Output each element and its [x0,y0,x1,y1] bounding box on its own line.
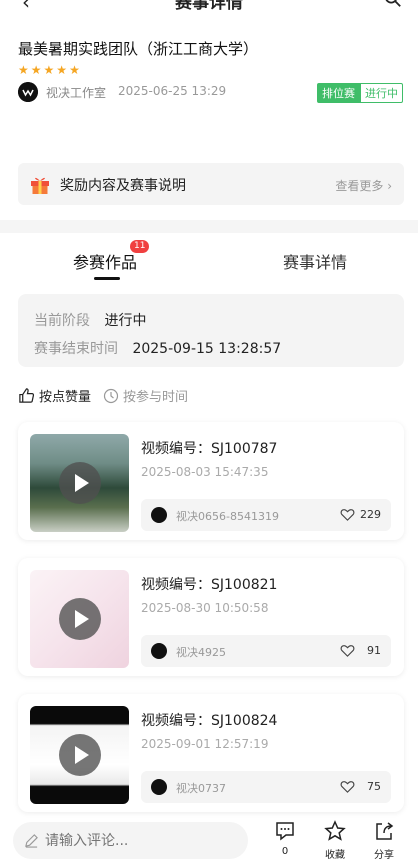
author-avatar[interactable] [151,507,167,523]
video-meta: 视决0656-8541319 229 [141,499,391,531]
video-date: 2025-08-30 10:50:58 [141,601,269,615]
comment-input[interactable] [13,822,248,859]
reward-banner[interactable]: 奖励内容及赛事说明 查看更多 › [18,163,404,205]
reward-label: 奖励内容及赛事说明 [60,178,186,194]
star-icon: ★ [18,63,29,77]
tab-contest-details[interactable]: 赛事详情 [283,249,347,273]
video-thumbnail[interactable] [30,570,129,668]
share-icon [376,822,394,840]
video-thumbnail[interactable] [30,434,129,532]
author-avatar[interactable] [151,643,167,659]
heart-icon[interactable] [340,507,355,522]
bottom-action-bar: 0 收藏 分享 [0,818,418,859]
video-date: 2025-08-03 15:47:35 [141,465,269,479]
video-card[interactable]: 视频编号：SJ100787 2025-08-03 15:47:35 视决0656… [18,422,404,540]
star-outline-icon [324,820,346,841]
entries-panel: 当前阶段 进行中 赛事结束时间 2025-09-15 13:28:57 按点赞量… [0,288,418,818]
end-time-value: 2025-09-15 13:28:57 [132,341,282,357]
contest-info: 最美暑期实践团队（浙江工商大学） ★ ★ ★ ★ ★ 视决工作室 2025-06… [0,14,418,220]
tab-entries[interactable]: 参赛作品 [73,249,137,273]
star-icon: ★ [69,63,80,77]
star-icon: ★ [30,63,42,77]
star-icon: ★ [56,63,68,77]
favorite-label: 收藏 [325,850,345,859]
stage-info: 当前阶段 进行中 赛事结束时间 2025-09-15 13:28:57 [18,294,404,367]
author-name[interactable]: 视决0737 [176,780,226,796]
comment-count: 0 [281,846,289,857]
end-time-row: 赛事结束时间 2025-09-15 13:28:57 [34,338,281,358]
rating-stars: ★ ★ ★ ★ ★ [18,64,80,76]
clock-icon [103,388,119,403]
gift-icon [31,177,49,194]
video-thumbnail[interactable] [30,706,129,804]
video-date: 2025-09-01 12:57:19 [141,737,269,751]
publish-time: 2025-06-25 13:29 [118,84,227,98]
active-tab-indicator [94,277,120,280]
thumbs-up-icon [19,388,35,403]
like-count: 75 [367,780,381,793]
play-icon[interactable] [58,734,101,776]
sort-by-likes[interactable]: 按点赞量 [18,386,91,405]
share-label: 分享 [374,850,394,859]
stage-label: 当前阶段 [34,313,90,329]
end-time-label: 赛事结束时间 [34,341,118,357]
author-avatar[interactable] [151,779,167,795]
heart-icon[interactable] [340,643,355,658]
video-card[interactable]: 视频编号：SJ100824 2025-09-01 12:57:19 视决0737… [18,694,404,812]
video-code: 视频编号：SJ100824 [141,713,278,729]
video-code: 视频编号：SJ100787 [141,441,278,457]
comment-icon [276,822,294,841]
sort-by-time[interactable]: 按参与时间 [103,386,188,405]
pen-icon [25,834,38,848]
page-title: 赛事详情 [175,0,243,13]
like-count: 91 [367,644,381,657]
sort-options: 按点赞量 按参与时间 [18,386,188,405]
contest-badges: 排位赛 进行中 [317,83,403,103]
sort-by-time-label: 按参与时间 [123,390,189,405]
badge-contest-type: 排位赛 [317,83,360,103]
sort-by-likes-label: 按点赞量 [39,390,92,405]
video-meta: 视决4925 91 [141,635,391,667]
star-icon: ★ [43,63,55,77]
stage-value: 进行中 [104,313,147,329]
search-icon[interactable] [384,0,402,8]
share-button[interactable]: 分享 [364,820,404,859]
video-card[interactable]: 视频编号：SJ100821 2025-08-30 10:50:58 视决4925… [18,558,404,676]
badge-contest-state: 进行中 [360,83,403,103]
play-icon[interactable] [58,598,101,640]
top-nav-bar: ‹ 赛事详情 [0,0,418,14]
video-meta: 视决0737 75 [141,771,391,803]
author-name[interactable]: 视决4925 [176,644,226,660]
entries-count-badge: 11 [130,240,150,253]
play-icon[interactable] [58,462,101,504]
heart-icon[interactable] [340,779,355,794]
comment-button[interactable]: 0 [265,820,305,857]
organizer-name[interactable]: 视决工作室 [46,84,106,101]
team-name: 最美暑期实践团队（浙江工商大学） [18,40,259,58]
see-more-link[interactable]: 查看更多 › [335,177,392,194]
current-stage-row: 当前阶段 进行中 [34,310,146,330]
organizer-logo[interactable] [18,82,38,102]
author-name[interactable]: 视决0656-8541319 [176,508,279,524]
like-count: 229 [360,508,381,521]
video-code: 视频编号：SJ100821 [141,577,278,593]
tab-bar: 参赛作品 11 赛事详情 [0,233,418,288]
favorite-button[interactable]: 收藏 [315,820,355,859]
